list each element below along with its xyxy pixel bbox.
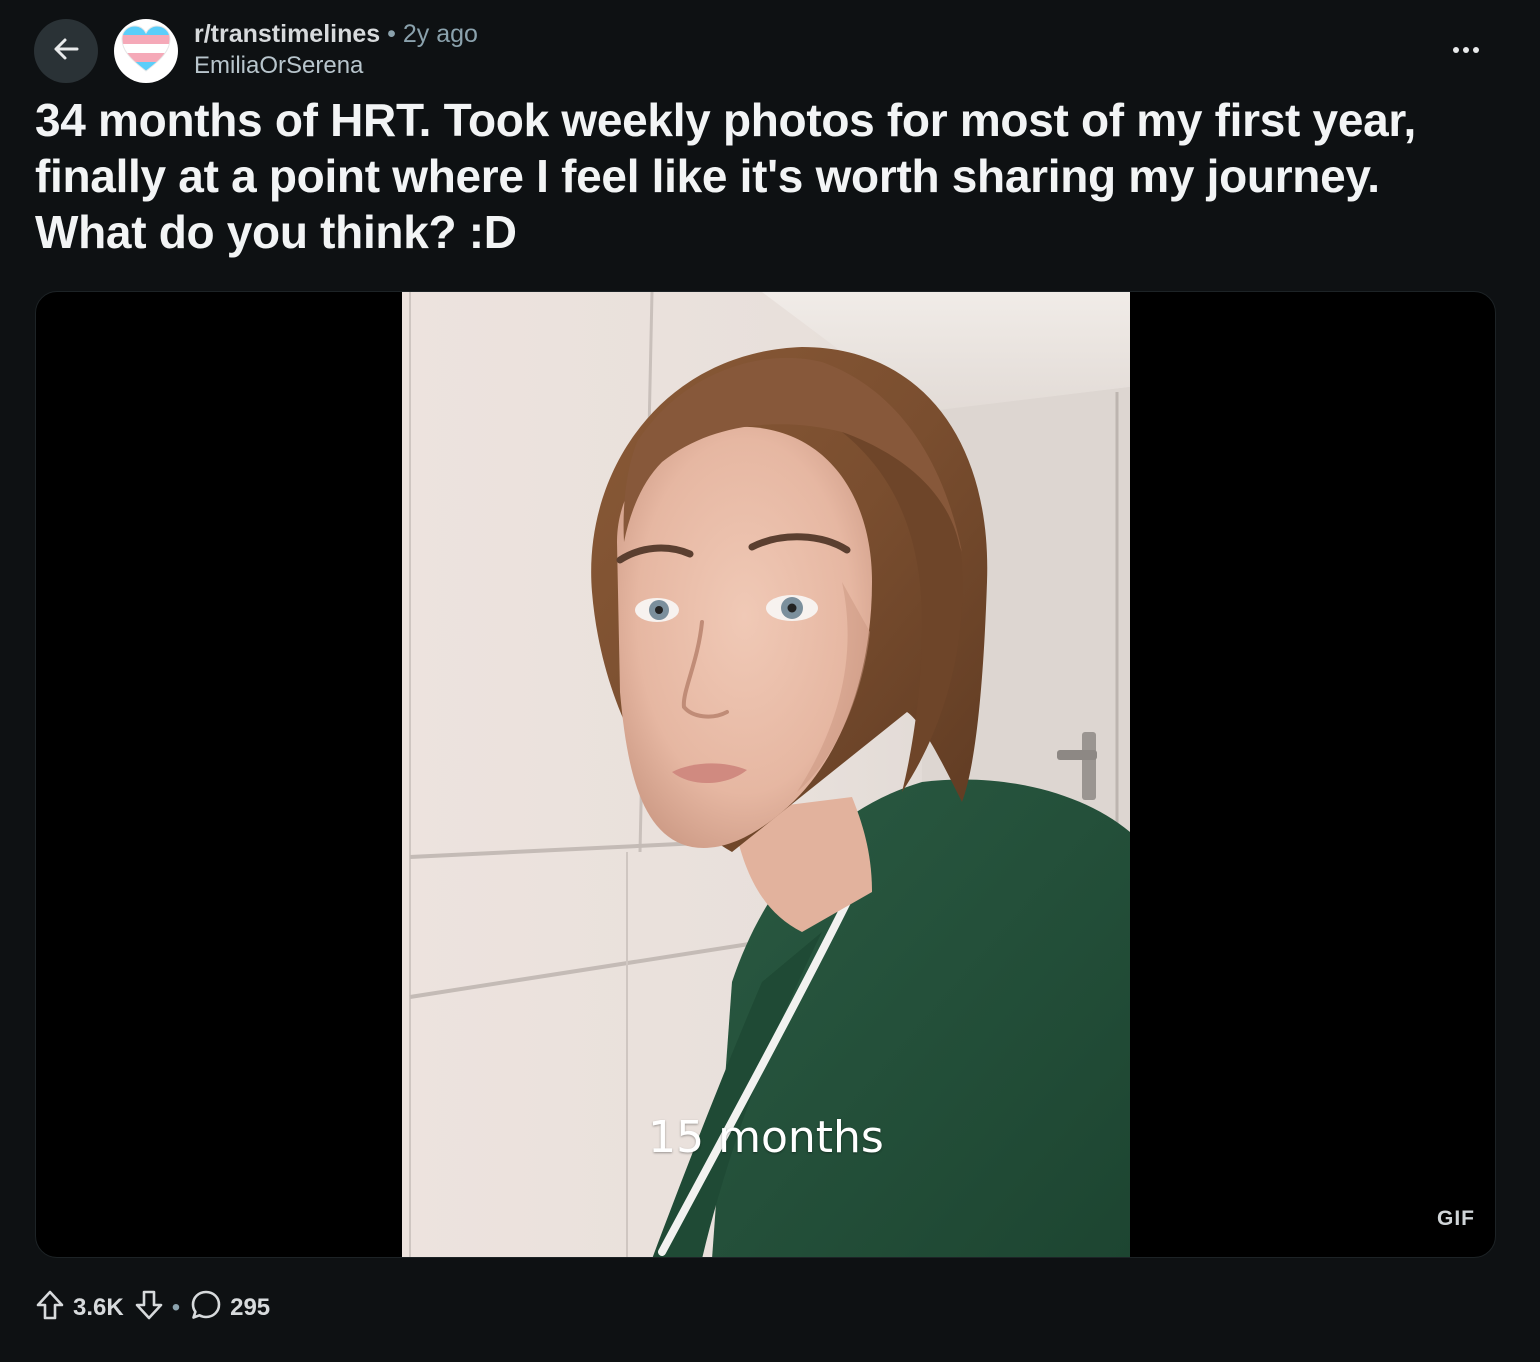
post-age: 2y ago: [402, 20, 478, 48]
post-meta: r/transtimelines • 2y ago EmiliaOrSerena: [194, 18, 478, 82]
author-link[interactable]: EmiliaOrSerena: [194, 50, 478, 82]
back-button[interactable]: [34, 19, 98, 83]
media-caption: 15 months: [648, 1112, 884, 1163]
gif-badge: GIF: [1437, 1207, 1475, 1230]
more-options-button[interactable]: [1440, 30, 1492, 70]
upvote-icon: [35, 1289, 65, 1328]
post-page: r/transtimelines • 2y ago EmiliaOrSerena…: [0, 0, 1540, 1362]
downvote-icon: [134, 1289, 164, 1328]
subreddit-link[interactable]: r/transtimelines: [194, 20, 380, 48]
meta-separator: •: [387, 20, 396, 48]
arrow-left-icon: [51, 34, 81, 69]
subreddit-avatar[interactable]: [114, 19, 178, 83]
downvote-button[interactable]: [134, 1289, 164, 1328]
upvote-button[interactable]: [35, 1289, 65, 1328]
post-photo: 15 months: [402, 292, 1130, 1257]
post-media[interactable]: 15 months GIF: [35, 291, 1496, 1258]
actions-separator: •: [171, 1294, 181, 1321]
comment-bubble-icon: [190, 1289, 222, 1328]
post-title: 34 months of HRT. Took weekly photos for…: [35, 94, 1416, 258]
trans-heart-icon: [120, 24, 172, 78]
post-actions: 3.6K • 295: [35, 1289, 270, 1327]
vote-score: 3.6K: [73, 1294, 124, 1321]
more-options-icon: [1452, 41, 1480, 59]
comments-button[interactable]: 295: [190, 1289, 270, 1328]
comment-count: 295: [230, 1294, 271, 1321]
